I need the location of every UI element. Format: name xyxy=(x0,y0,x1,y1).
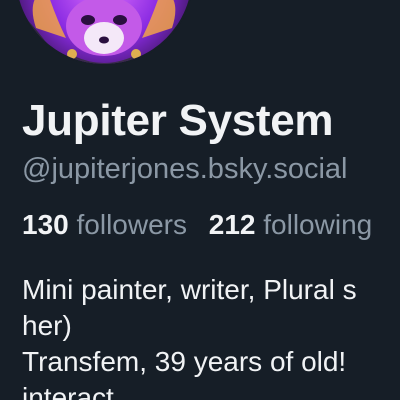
profile-header: Jupiter System @jupiterjones.bsky.social… xyxy=(0,0,400,400)
followers-count: 130 xyxy=(22,209,69,240)
followers-label: followers xyxy=(76,209,187,240)
following-count: 212 xyxy=(208,209,256,240)
profile-handle[interactable]: @jupiterjones.bsky.social xyxy=(22,153,348,186)
profile-bio: Mini painter, writer, Plural s her) Tran… xyxy=(22,272,357,400)
bio-line: interact xyxy=(22,382,114,400)
following-label: following xyxy=(263,209,373,240)
avatar-image xyxy=(16,0,192,64)
following-link[interactable]: 212 following xyxy=(209,209,372,241)
bio-line: Transfem, 39 years of old! xyxy=(22,346,347,377)
profile-stats: 130 followers 212 following xyxy=(22,209,386,241)
display-name: Jupiter System xyxy=(22,96,334,145)
followers-link[interactable]: 130 followers xyxy=(22,209,187,241)
bio-line: Mini painter, writer, Plural s xyxy=(22,274,357,305)
avatar[interactable] xyxy=(16,0,192,64)
bio-line: her) xyxy=(22,310,72,341)
